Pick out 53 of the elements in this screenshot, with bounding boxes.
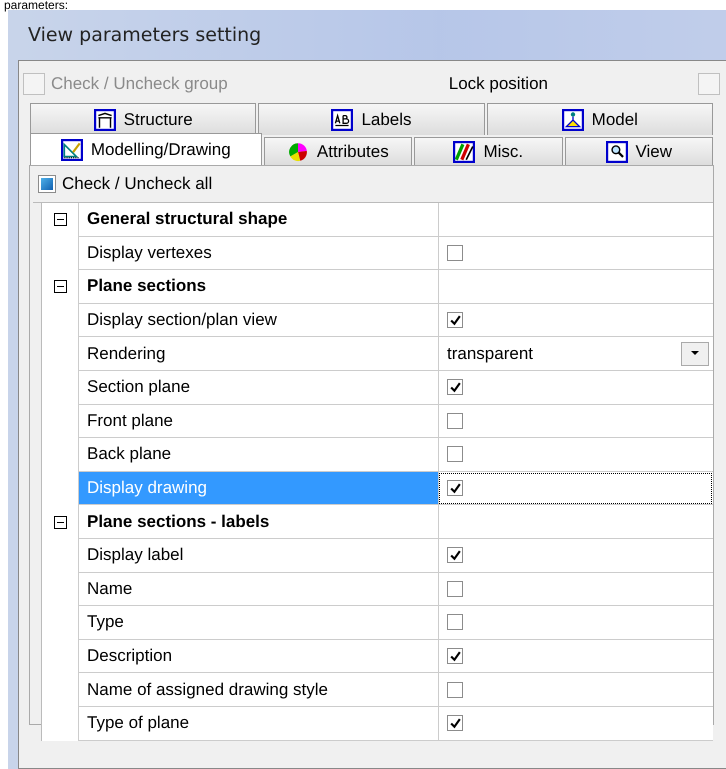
group-header: Plane sections - labels [78, 505, 438, 539]
checkbox[interactable] [447, 648, 463, 664]
group-header: Plane sections [78, 270, 438, 304]
checkbox[interactable] [447, 547, 463, 564]
property-name[interactable]: Section plane [78, 370, 438, 405]
pie-icon [286, 140, 309, 162]
dropdown-button[interactable] [681, 342, 709, 366]
checkbox-label: Check / Uncheck group [51, 74, 228, 94]
property-name[interactable]: Type [78, 606, 438, 640]
dropdown-value[interactable]: transparent [447, 344, 681, 364]
checkbox[interactable] [698, 73, 720, 95]
drafting-icon [60, 138, 83, 160]
checkbox[interactable] [447, 682, 463, 698]
model-icon [562, 108, 584, 130]
tab[interactable]: Structure [30, 103, 256, 135]
checkbox-label: Check / Uncheck all [62, 174, 212, 194]
checkbox[interactable] [447, 580, 463, 597]
ab-label-icon [331, 108, 354, 130]
property-name[interactable]: Name [78, 572, 438, 606]
collapse-icon[interactable] [54, 516, 66, 529]
caption-text: parameters: [3, 0, 70, 10]
search-icon [606, 140, 628, 162]
tab[interactable]: Model [486, 103, 713, 135]
checkbox[interactable] [447, 312, 463, 328]
group-header: General structural shape [78, 203, 438, 237]
checkbox[interactable] [447, 412, 463, 429]
window-title: View parameters setting [27, 23, 262, 48]
checkbox[interactable] [38, 175, 56, 193]
property-name[interactable]: Description [78, 640, 438, 674]
checkbox[interactable] [447, 446, 463, 462]
checkbox-label: Lock position [448, 74, 548, 94]
checkbox[interactable] [447, 244, 463, 261]
collapse-icon[interactable] [54, 280, 66, 294]
property-name[interactable]: Name of assigned drawing style [78, 673, 438, 707]
tab[interactable]: Modelling/Drawing [30, 133, 262, 165]
tab[interactable]: Labels [258, 103, 485, 135]
checkbox[interactable] [447, 480, 463, 496]
property-name[interactable]: Display vertexes [78, 236, 438, 270]
property-name[interactable]: Display section/plan view [78, 304, 438, 338]
tab[interactable]: Attributes [264, 137, 412, 165]
tab[interactable]: Misc. [414, 137, 563, 165]
tab[interactable]: View [564, 137, 714, 165]
property-name[interactable]: Rendering [78, 337, 438, 371]
checkbox[interactable] [447, 715, 463, 732]
property-name[interactable]: Display label [78, 538, 438, 573]
collapse-icon[interactable] [54, 213, 66, 226]
property-name[interactable]: Front plane [78, 404, 438, 438]
caret-icon [691, 351, 699, 356]
checkbox[interactable] [447, 614, 463, 630]
property-name[interactable]: Type of plane [78, 706, 438, 740]
pens-icon [453, 140, 476, 162]
bridge-icon [94, 108, 116, 130]
checkbox[interactable] [447, 379, 463, 396]
